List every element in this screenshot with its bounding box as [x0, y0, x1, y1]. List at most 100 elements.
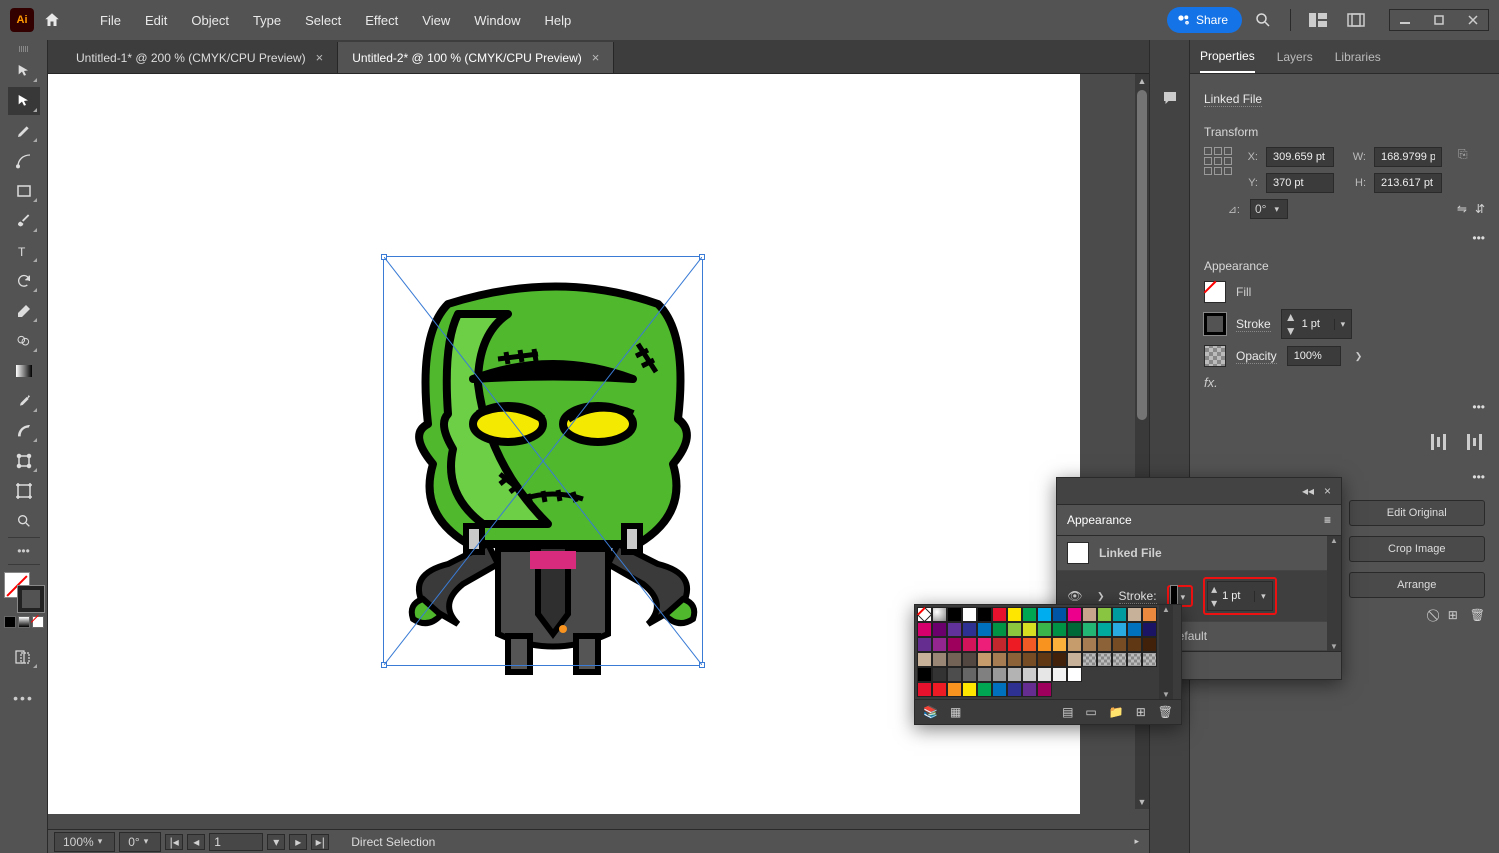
close-tab-icon[interactable]: × [316, 50, 324, 65]
edit-toolbar[interactable]: ••• [8, 537, 40, 565]
swatch-cell[interactable] [1007, 607, 1022, 622]
panel-scrollbar[interactable]: ▲ ▼ [1327, 536, 1341, 651]
swatch-cell[interactable] [932, 667, 947, 682]
swatch-cell[interactable] [992, 667, 1007, 682]
appearance-options[interactable]: ••• [1204, 394, 1485, 420]
scroll-thumb[interactable] [1137, 90, 1147, 420]
swatch-cell[interactable] [947, 637, 962, 652]
width-tool[interactable] [8, 417, 40, 445]
swatch-cell[interactable] [1067, 607, 1082, 622]
swatch-cell[interactable] [992, 637, 1007, 652]
swatch-cell[interactable] [1037, 667, 1052, 682]
align-icon[interactable] [1429, 434, 1447, 450]
close-tab-icon[interactable]: × [592, 50, 600, 65]
swatch-cell[interactable] [917, 652, 932, 667]
swatch-cell[interactable] [1022, 682, 1037, 697]
swatch-cell[interactable] [1022, 667, 1037, 682]
color-mode-gradient[interactable] [18, 616, 30, 628]
menu-type[interactable]: Type [243, 7, 291, 34]
swatch-cell[interactable] [1142, 652, 1157, 667]
swatch-cell[interactable] [1052, 652, 1067, 667]
transform-h-input[interactable] [1374, 173, 1442, 193]
fx-icon[interactable]: fx. [1204, 375, 1485, 390]
zoom-tool[interactable] [8, 507, 40, 535]
swatch-cell[interactable] [1112, 637, 1127, 652]
stroke-swatch[interactable] [18, 586, 44, 612]
new-icon[interactable]: ⊞ [1448, 608, 1458, 623]
eraser-tool[interactable] [8, 297, 40, 325]
swatch-cell[interactable] [1052, 607, 1067, 622]
swatch-cell[interactable] [1052, 622, 1067, 637]
fill-stroke-control[interactable] [4, 572, 44, 612]
swatch-cell[interactable] [932, 637, 947, 652]
show-swatch-kinds-icon[interactable]: ▦ [950, 705, 961, 719]
arrange-documents-icon[interactable] [1307, 9, 1329, 31]
new-folder-icon[interactable]: 📁 [1109, 705, 1124, 719]
color-mode-solid[interactable] [4, 616, 16, 628]
swatch-cell[interactable] [962, 652, 977, 667]
selection-bounding-box[interactable] [383, 256, 703, 666]
swatch-cell[interactable] [1082, 637, 1097, 652]
swatch-cell[interactable] [1022, 652, 1037, 667]
reference-point[interactable] [1204, 147, 1234, 177]
swatch-cell[interactable] [917, 637, 932, 652]
new-swatch-icon[interactable]: ⊞ [1136, 705, 1146, 719]
pen-tool[interactable] [8, 117, 40, 145]
swatch-cell[interactable] [1037, 622, 1052, 637]
swatch-cell[interactable] [1127, 652, 1142, 667]
curvature-tool[interactable] [8, 147, 40, 175]
swatch-cell[interactable] [1007, 622, 1022, 637]
artboard-dropdown[interactable]: ▾ [267, 834, 285, 850]
gradient-tool[interactable] [8, 357, 40, 385]
swatch-grid[interactable] [915, 605, 1159, 699]
swatch-cell[interactable] [1052, 667, 1067, 682]
swatch-cell[interactable] [1127, 607, 1142, 622]
menu-file[interactable]: File [90, 7, 131, 34]
fill-swatch[interactable] [1204, 281, 1226, 303]
edit-original-button[interactable]: Edit Original [1349, 500, 1486, 526]
chevron-down-icon[interactable] [1334, 319, 1352, 330]
collapse-icon[interactable]: ◂◂ [1302, 484, 1314, 498]
prev-artboard[interactable]: ◂ [187, 834, 205, 850]
swatch-cell[interactable] [1067, 637, 1082, 652]
swatch-cell[interactable] [1082, 652, 1097, 667]
swatch-cell[interactable] [1112, 607, 1127, 622]
color-group-icon[interactable]: ▭ [1085, 705, 1096, 719]
swatch-cell[interactable] [947, 622, 962, 637]
swatch-cell[interactable] [962, 637, 977, 652]
search-icon[interactable] [1252, 9, 1274, 31]
swatch-options-icon[interactable]: ▤ [1062, 705, 1073, 719]
crop-image-button[interactable]: Crop Image [1349, 536, 1486, 562]
swatch-cell[interactable] [1007, 637, 1022, 652]
swatch-cell[interactable] [947, 607, 962, 622]
swatch-cell[interactable] [917, 682, 932, 697]
swatch-cell[interactable] [977, 682, 992, 697]
swatch-cell[interactable] [1037, 682, 1052, 697]
flip-vertical-icon[interactable]: ⇵ [1475, 202, 1485, 216]
artboard-tool[interactable] [8, 477, 40, 505]
transform-options[interactable]: ••• [1204, 225, 1485, 251]
rotate-view[interactable]: 0° [119, 832, 161, 852]
maximize-button[interactable] [1424, 10, 1454, 30]
swatch-cell[interactable] [1097, 622, 1112, 637]
shape-builder-tool[interactable] [8, 327, 40, 355]
swatch-cell[interactable] [992, 607, 1007, 622]
free-transform-tool[interactable] [8, 447, 40, 475]
opacity-input[interactable] [1287, 346, 1341, 366]
share-button[interactable]: Share [1167, 7, 1242, 33]
swatch-cell[interactable] [1037, 652, 1052, 667]
swatch-cell[interactable] [947, 652, 962, 667]
swatch-cell[interactable] [1112, 652, 1127, 667]
draw-mode[interactable] [8, 643, 40, 671]
swatch-cell[interactable] [977, 652, 992, 667]
swatch-cell[interactable] [1097, 637, 1112, 652]
toolbar-more[interactable]: ••• [13, 690, 34, 706]
status-flyout[interactable]: ▸ [1130, 836, 1143, 847]
opacity-flyout[interactable]: ❯ [1351, 351, 1367, 362]
opacity-label[interactable]: Opacity [1236, 349, 1277, 364]
swatch-cell[interactable] [1022, 622, 1037, 637]
swatch-cell[interactable] [1007, 652, 1022, 667]
stroke-weight-input[interactable]: ▲▼ [1281, 309, 1352, 339]
paintbrush-tool[interactable] [8, 207, 40, 235]
home-icon[interactable] [38, 6, 66, 34]
